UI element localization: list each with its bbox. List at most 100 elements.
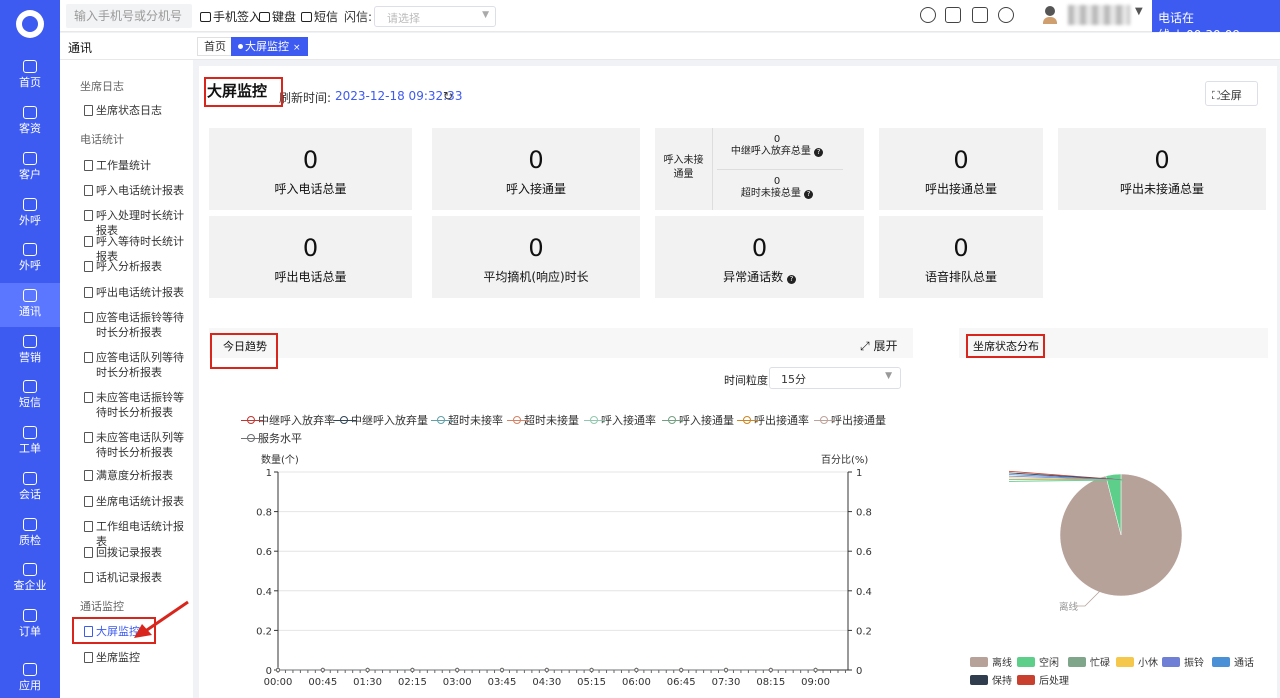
legend-marker-icon	[507, 416, 529, 424]
nav-item[interactable]: 会话	[0, 466, 60, 510]
sidebar-item-report[interactable]: 话机记录报表	[84, 570, 190, 585]
headset-icon[interactable]	[920, 7, 936, 23]
x-tick-label: 02:15	[398, 677, 427, 688]
legend-entry[interactable]: 中继呼入放弃量	[332, 412, 428, 428]
highlight-box	[966, 334, 1045, 358]
pie-legend-entry[interactable]: 空闲	[1017, 654, 1059, 669]
nav-item[interactable]: 通讯	[0, 283, 60, 327]
close-icon[interactable]: ×	[293, 43, 301, 53]
monitor-chart-icon[interactable]	[945, 7, 961, 23]
legend-entry[interactable]: 呼出接通率	[735, 412, 809, 428]
legend-entry[interactable]: 呼入接通量	[660, 412, 734, 428]
pie-legend-entry[interactable]: 后处理	[1017, 672, 1069, 687]
help-icon[interactable]: ?	[804, 190, 814, 199]
pie-label-line	[1075, 589, 1102, 607]
y2-tick-label: 0.2	[856, 626, 872, 637]
pie-legend-entry[interactable]: 保持	[970, 672, 1012, 687]
nav-item[interactable]: 应用	[0, 657, 60, 698]
data-point	[275, 667, 281, 673]
legend-marker-icon	[584, 416, 606, 424]
nav-item-label: 外呼	[19, 214, 41, 227]
sidebar-item-report[interactable]: 呼出电话统计报表	[84, 285, 190, 300]
legend-entry[interactable]: 服务水平	[239, 430, 302, 446]
refresh-icon[interactable]: ↻	[443, 89, 453, 103]
sidebar-item-report[interactable]: 呼入分析报表	[84, 259, 190, 274]
call-status-badge[interactable]: 电话在线|00:30:09	[1152, 0, 1280, 42]
sidebar-item-report[interactable]: 工作量统计	[84, 158, 190, 173]
x-tick-label: 05:15	[577, 677, 606, 688]
flash-select[interactable]: 请选择 ▼	[374, 6, 496, 27]
agent-status-pie: 后处理保持通话振铃小休忙碌空闲离线	[1009, 470, 1183, 613]
legend-entry[interactable]: 呼出接通量	[812, 412, 886, 428]
pie-label-line	[1009, 472, 1125, 481]
nav-item[interactable]: 客户	[0, 146, 60, 190]
tab-bar: 首页 大屏监控 ×	[193, 33, 1280, 60]
marketing-icon	[23, 335, 37, 348]
quality-icon	[23, 518, 37, 531]
help-icon[interactable]: ?	[786, 275, 796, 284]
tab-home[interactable]: 首页	[197, 37, 233, 56]
book-icon[interactable]	[972, 7, 988, 23]
sidebar-item-agent-monitor[interactable]: 坐席监控	[84, 650, 190, 665]
sidebar-item-report[interactable]: 回拨记录报表	[84, 545, 190, 560]
expand-icon: ⛶	[1212, 89, 1220, 102]
message-icon[interactable]	[998, 7, 1014, 23]
legend-entry[interactable]: 超时未接率	[429, 412, 503, 428]
app-root: 首页客资客户外呼外呼通讯营销短信工单会话质检查企业订单应用 手机签入 键盘 短信…	[0, 0, 1280, 698]
nav-item[interactable]: 查企业	[0, 557, 60, 601]
chevron-down-icon: ▼	[885, 371, 892, 381]
chat-icon	[23, 472, 37, 485]
nav-item[interactable]: 外呼	[0, 237, 60, 281]
nav-item[interactable]: 订单	[0, 603, 60, 647]
sidebar-item-report[interactable]: 呼入电话统计报表	[84, 183, 190, 198]
sidebar-item-report[interactable]: 坐席电话统计报表	[84, 494, 190, 509]
keyboard-button[interactable]: 键盘	[259, 8, 296, 25]
phone-signin-button[interactable]: 手机签入	[200, 8, 261, 25]
expand-icon: ⤢	[860, 339, 870, 353]
nav-item-label: 客户	[19, 168, 41, 181]
expand-button[interactable]: ⤢ 展开	[860, 337, 897, 354]
sidebar-group-agent-log: 坐席日志	[80, 80, 124, 93]
sidebar-item-report[interactable]: 应答电话振铃等待时长分析报表	[84, 310, 190, 340]
legend-entry[interactable]: 呼入接通率	[582, 412, 656, 428]
phone-number-input[interactable]	[66, 4, 192, 28]
x-tick-label: 03:45	[488, 677, 517, 688]
sidebar-item-report[interactable]: 应答电话队列等待时长分析报表	[84, 350, 190, 380]
y2-tick-label: 0.8	[856, 508, 872, 519]
sidebar-item-report[interactable]: 未应答电话队列等待时长分析报表	[84, 430, 190, 460]
sidebar-item-report[interactable]: 满意度分析报表	[84, 468, 190, 483]
nav-item[interactable]: 短信	[0, 374, 60, 418]
help-icon[interactable]: ?	[814, 148, 824, 157]
sidebar-item-report[interactable]: 未应答电话振铃等待时长分析报表	[84, 390, 190, 420]
legend-entry[interactable]: 超时未接量	[505, 412, 579, 428]
pie-legend-entry[interactable]: 通话	[1212, 654, 1254, 669]
data-point	[589, 667, 594, 673]
chevron-down-icon[interactable]: ▼	[1135, 6, 1143, 17]
legend-swatch-icon	[1017, 657, 1035, 667]
fullscreen-button[interactable]: ⛶全屏	[1205, 81, 1258, 106]
tab-big-screen[interactable]: 大屏监控 ×	[231, 37, 308, 56]
pie-legend-entry[interactable]: 离线	[970, 654, 1012, 669]
pie-legend-entry[interactable]: 小休	[1116, 654, 1158, 669]
nav-item[interactable]: 客资	[0, 100, 60, 144]
nav-item[interactable]: 首页	[0, 54, 60, 98]
nav-item[interactable]: 工单	[0, 420, 60, 464]
avatar[interactable]	[1043, 6, 1057, 24]
granularity-select[interactable]: 15分 ▼	[769, 367, 901, 389]
nav-item[interactable]: 外呼	[0, 192, 60, 236]
pie-legend-entry[interactable]: 忙碌	[1068, 654, 1110, 669]
x-tick-label: 06:45	[667, 677, 696, 688]
nav-item-label: 订单	[19, 625, 41, 638]
chevron-down-icon: ▼	[482, 10, 489, 20]
nav-item[interactable]: 质检	[0, 512, 60, 556]
stat-card: 0 呼出电话总量	[209, 216, 412, 298]
legend-swatch-icon	[1068, 657, 1086, 667]
sidebar-item-agent-status-log[interactable]: 坐席状态日志	[84, 103, 190, 118]
legend-marker-icon	[737, 416, 759, 424]
nav-item[interactable]: 营销	[0, 329, 60, 373]
flash-label: 闪信:	[344, 10, 373, 24]
pie-legend-entry[interactable]: 振铃	[1162, 654, 1204, 669]
order-icon	[23, 609, 37, 622]
sms-button[interactable]: 短信	[301, 8, 338, 25]
legend-entry[interactable]: 中继呼入放弃率	[239, 412, 335, 428]
